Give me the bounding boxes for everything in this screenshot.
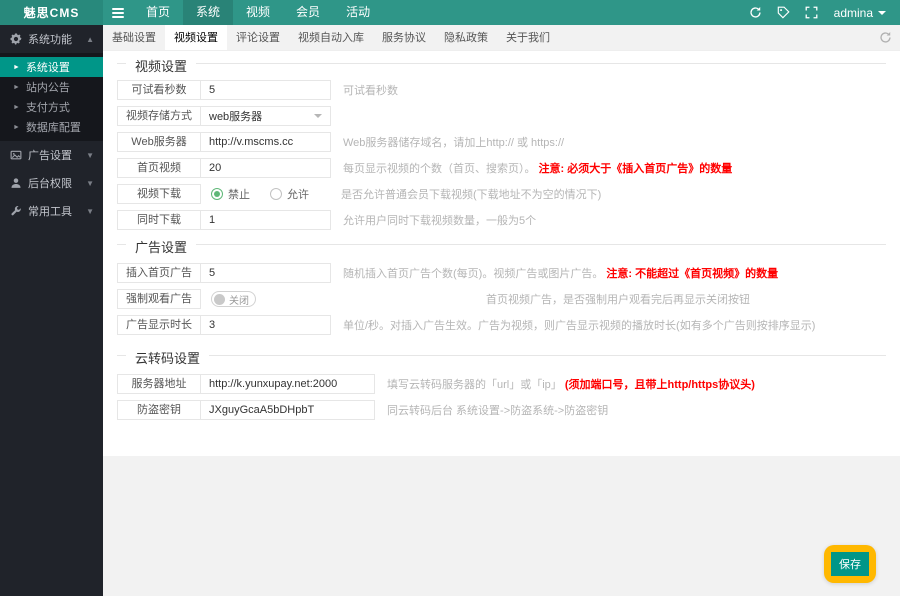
tag-icon — [777, 6, 790, 19]
settings-form: 视频设置 可试看秒数 可试看秒数 视频存储方式 web服务器 Web服务器 — [103, 51, 900, 456]
sidebar: 系统功能 ▲ ► 系统设置 ► 站内公告 ► 支付方式 ► 数据库配置 广告设置 — [0, 25, 103, 596]
tab-video-settings[interactable]: 视频设置 — [165, 25, 227, 50]
radio-download-allow[interactable]: 允许 — [270, 186, 309, 202]
save-button-highlight[interactable]: 保存 — [824, 545, 876, 583]
nav-item-member[interactable]: 会员 — [283, 0, 333, 25]
username: admina — [833, 5, 873, 20]
web-server-input[interactable] — [200, 132, 331, 152]
field-web-server: Web服务器 Web服务器储存域名，请加上http:// 或 https:// — [117, 132, 886, 152]
ad-image-icon — [9, 149, 23, 161]
tab-about-us[interactable]: 关于我们 — [497, 25, 559, 50]
secret-key-input[interactable] — [200, 400, 375, 420]
chevron-down-icon: ▼ — [86, 150, 94, 160]
field-transcode-server: 服务器地址 填写云转码服务器的「url」或「ip」 (须加端口号，且带上http… — [117, 374, 886, 394]
triangle-right-icon: ► — [13, 83, 20, 91]
chevron-down-icon: ▼ — [86, 206, 94, 216]
tab-video-auto-import[interactable]: 视频自动入库 — [289, 25, 373, 50]
topbar-right: admina — [742, 0, 900, 25]
tag-button[interactable] — [770, 0, 798, 25]
wrench-icon — [9, 205, 23, 217]
field-home-videos: 首页视频 每页显示视频的个数（首页、搜索页）。 注意: 必须大于《插入首页广告》… — [117, 158, 886, 178]
hamburger-menu-icon — [112, 6, 124, 20]
ad-duration-input[interactable] — [200, 315, 331, 335]
gear-icon — [9, 33, 23, 45]
field-storage-mode: 视频存储方式 web服务器 — [117, 106, 886, 126]
fullscreen-icon — [805, 6, 818, 19]
radio-download-forbid[interactable]: 禁止 — [211, 186, 250, 202]
field-home-ads: 插入首页广告 随机插入首页广告个数(每页)。视频广告或图片广告。 注意: 不能超… — [117, 263, 886, 283]
radio-dot-icon — [211, 188, 223, 200]
field-video-download: 视频下载 禁止 允许 是否允许普通会员下载视频(下载地址不为空的情况下) — [117, 184, 886, 204]
warning-text: 注意: 必须大于《插入首页广告》的数量 — [538, 163, 733, 175]
chevron-up-icon: ▲ — [86, 34, 94, 44]
section-ad-settings: 广告设置 插入首页广告 随机插入首页广告个数(每页)。视频广告或图片广告。 注意… — [117, 237, 886, 335]
section-title: 云转码设置 — [126, 348, 210, 367]
tab-refresh-button[interactable] — [879, 31, 892, 49]
section-title: 视频设置 — [126, 56, 197, 75]
refresh-icon — [750, 6, 761, 18]
section-video-settings: 视频设置 可试看秒数 可试看秒数 视频存储方式 web服务器 Web服务器 — [117, 56, 886, 230]
tab-privacy-policy[interactable]: 隐私政策 — [435, 25, 497, 50]
sidebar-toggle-button[interactable] — [103, 0, 133, 25]
field-secret-key: 防盗密钥 同云转码后台 系统设置->防盗系统->防盗密钥 — [117, 400, 886, 420]
chevron-down-icon — [314, 114, 322, 118]
chevron-down-icon — [878, 10, 886, 15]
switch-knob-icon — [214, 293, 225, 305]
field-concurrent-download: 同时下载 允许用户同时下载视频数量，一般为5个 — [117, 210, 886, 230]
sidebar-item-site-announcement[interactable]: ► 站内公告 — [0, 77, 103, 97]
sidebar-section-permissions[interactable]: 后台权限 ▼ — [0, 169, 103, 197]
main-nav: 首页 系统 视频 会员 活动 — [133, 0, 383, 25]
nav-item-video[interactable]: 视频 — [233, 0, 283, 25]
sidebar-item-system-settings[interactable]: ► 系统设置 — [0, 57, 103, 77]
topbar: 魅思CMS 首页 系统 视频 会员 活动 admina — [0, 0, 900, 25]
main-content: 基础设置 视频设置 评论设置 视频自动入库 服务协议 隐私政策 关于我们 视频设… — [103, 25, 900, 596]
sidebar-section-system[interactable]: 系统功能 ▲ — [0, 25, 103, 53]
concurrent-download-input[interactable] — [200, 210, 331, 230]
tab-comment-settings[interactable]: 评论设置 — [227, 25, 289, 50]
fullscreen-button[interactable] — [798, 0, 826, 25]
home-ads-input[interactable] — [200, 263, 331, 283]
storage-mode-select[interactable]: web服务器 — [200, 106, 331, 126]
home-videos-input[interactable] — [200, 158, 331, 178]
tab-basic-settings[interactable]: 基础设置 — [103, 25, 165, 50]
nav-item-activity[interactable]: 活动 — [333, 0, 383, 25]
force-watch-switch[interactable]: 关闭 — [211, 291, 256, 307]
triangle-right-icon: ► — [13, 63, 20, 71]
field-force-watch: 强制观看广告 关闭 首页视频广告，是否强制用户观看完后再显示关闭按钮 — [117, 289, 886, 309]
field-ad-duration: 广告显示时长 单位/秒。对插入广告生效。广告为视频，则广告显示视频的播放时长(如… — [117, 315, 886, 335]
save-button[interactable]: 保存 — [831, 552, 869, 576]
tab-bar: 基础设置 视频设置 评论设置 视频自动入库 服务协议 隐私政策 关于我们 — [103, 25, 900, 51]
app-logo: 魅思CMS — [0, 0, 103, 25]
section-transcode-settings: 云转码设置 服务器地址 填写云转码服务器的「url」或「ip」 (须加端口号，且… — [117, 348, 886, 420]
triangle-right-icon: ► — [13, 123, 20, 131]
chevron-down-icon: ▼ — [86, 178, 94, 188]
nav-item-system[interactable]: 系统 — [183, 0, 234, 25]
field-trial-seconds: 可试看秒数 可试看秒数 — [117, 80, 886, 100]
sidebar-section-ads[interactable]: 广告设置 ▼ — [0, 141, 103, 169]
warning-text: 注意: 不能超过《首页视频》的数量 — [606, 268, 779, 280]
transcode-server-input[interactable] — [200, 374, 375, 394]
nav-item-home[interactable]: 首页 — [133, 0, 183, 25]
refresh-icon — [880, 31, 891, 43]
clear-cache-button[interactable] — [742, 0, 770, 25]
user-icon — [9, 177, 23, 189]
sidebar-submenu-system: ► 系统设置 ► 站内公告 ► 支付方式 ► 数据库配置 — [0, 53, 103, 141]
tab-service-agreement[interactable]: 服务协议 — [373, 25, 435, 50]
warning-text: (须加端口号，且带上http/https协议头) — [564, 379, 755, 391]
triangle-right-icon: ► — [13, 103, 20, 111]
sidebar-item-payment-methods[interactable]: ► 支付方式 — [0, 97, 103, 117]
radio-dot-icon — [270, 188, 282, 200]
user-menu[interactable]: admina — [826, 0, 900, 25]
section-title: 广告设置 — [126, 237, 197, 256]
sidebar-item-database-config[interactable]: ► 数据库配置 — [0, 117, 103, 137]
trial-seconds-input[interactable] — [200, 80, 331, 100]
sidebar-section-tools[interactable]: 常用工具 ▼ — [0, 197, 103, 225]
